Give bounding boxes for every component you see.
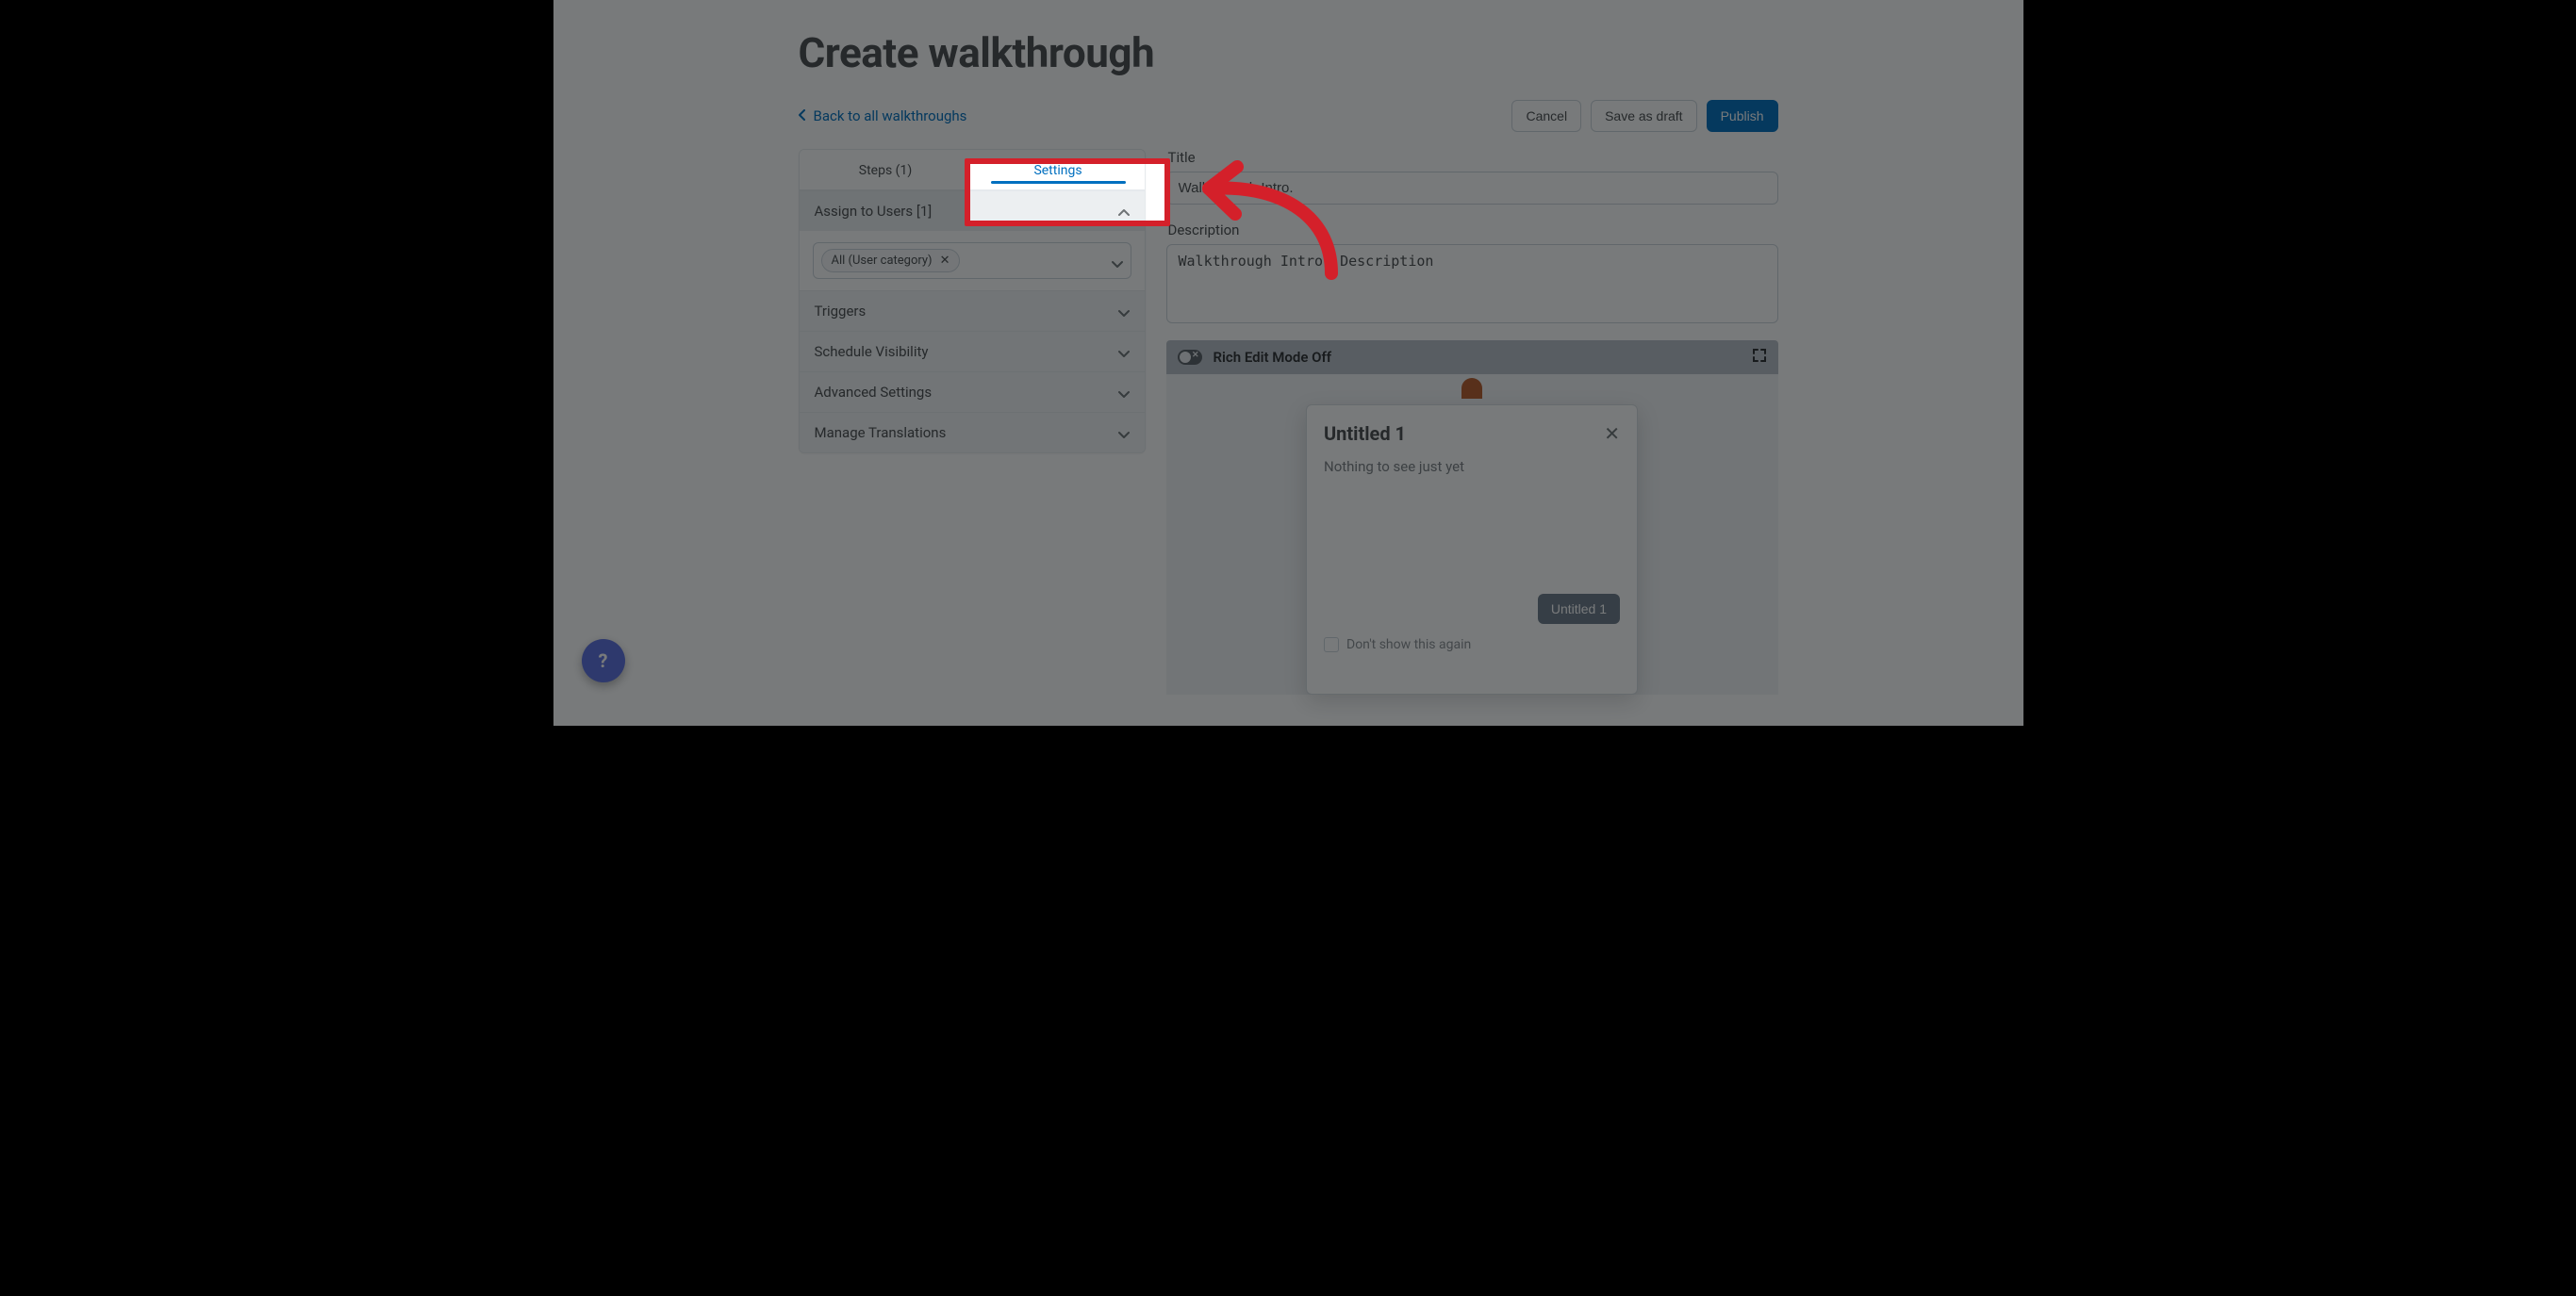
stage: Create walkthrough Back to all walkthrou… [553, 0, 2023, 726]
chevron-up-icon [1118, 205, 1130, 217]
